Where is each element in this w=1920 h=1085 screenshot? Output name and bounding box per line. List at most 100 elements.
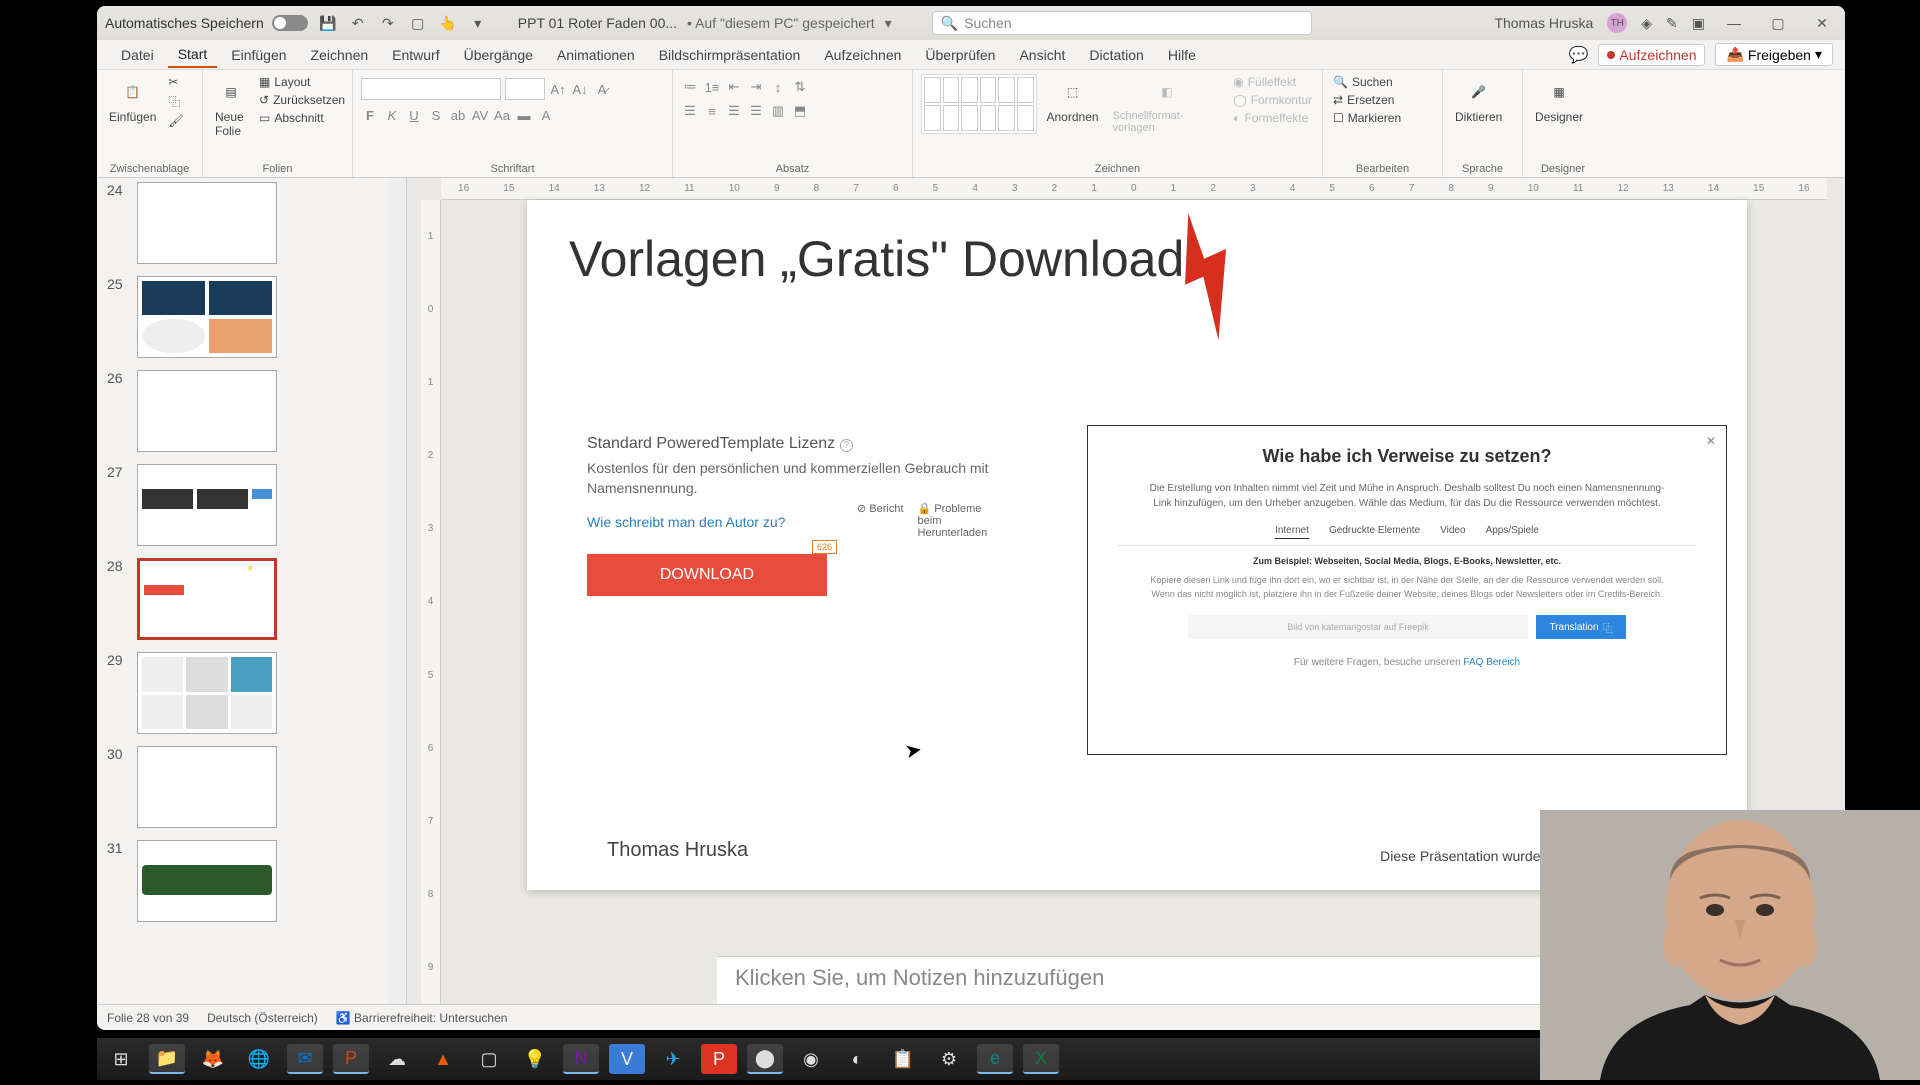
reset-button[interactable]: ↺Zurücksetzen xyxy=(257,92,347,108)
app-icon[interactable]: 💡 xyxy=(517,1044,553,1074)
tab-entwurf[interactable]: Entwurf xyxy=(382,43,449,67)
explorer-icon[interactable]: 📁 xyxy=(149,1044,185,1074)
tab-apps[interactable]: Apps/Spiele xyxy=(1486,525,1539,539)
underline-button[interactable]: U xyxy=(405,106,423,124)
slide-canvas[interactable]: Vorlagen „Gratis" Download Standard Powe… xyxy=(527,200,1747,890)
format-painter-button[interactable]: 🖌 xyxy=(166,113,185,129)
close-icon[interactable]: ✕ xyxy=(1706,434,1716,448)
designer-button[interactable]: ▦ Designer xyxy=(1531,74,1587,126)
slide-title[interactable]: Vorlagen „Gratis" Download xyxy=(569,230,1184,288)
align-right-button[interactable]: ☰ xyxy=(725,102,743,120)
report-link[interactable]: ⊘ Bericht xyxy=(857,502,904,539)
new-slide-button[interactable]: ▤ Neue Folie xyxy=(211,74,251,140)
font-family-select[interactable] xyxy=(361,78,501,100)
telegram-icon[interactable]: ✈ xyxy=(655,1044,691,1074)
shape-outline-button[interactable]: ◯Formkontur xyxy=(1231,92,1314,108)
shapes-gallery[interactable] xyxy=(921,74,1037,134)
line-spacing-button[interactable]: ↕ xyxy=(769,78,787,96)
align-center-button[interactable]: ≡ xyxy=(703,102,721,120)
tab-datei[interactable]: Datei xyxy=(111,43,164,67)
select-button[interactable]: ☐Markieren xyxy=(1331,110,1403,126)
search-input[interactable]: 🔍 Suchen xyxy=(932,11,1312,35)
indent-left-button[interactable]: ⇤ xyxy=(725,78,743,96)
outlook-icon[interactable]: ✉ xyxy=(287,1044,323,1074)
minimize-button[interactable]: — xyxy=(1719,11,1749,35)
justify-button[interactable]: ☰ xyxy=(747,102,765,120)
tab-animationen[interactable]: Animationen xyxy=(547,43,645,67)
bold-button[interactable]: F xyxy=(361,106,379,124)
slide-thumb-27[interactable]: 27 xyxy=(107,464,388,546)
copy-button[interactable]: ⿻ xyxy=(166,92,185,111)
toggle-icon[interactable] xyxy=(272,15,308,31)
font-size-select[interactable] xyxy=(505,78,545,100)
record-button[interactable]: Aufzeichnen xyxy=(1598,44,1705,66)
excel-icon[interactable]: X xyxy=(1023,1044,1059,1074)
slide-thumb-31[interactable]: 31 xyxy=(107,840,388,922)
clear-format-icon[interactable]: A̷ xyxy=(593,80,611,98)
app-icon[interactable]: 📋 xyxy=(885,1044,921,1074)
accessibility-check[interactable]: ♿ Barrierefreiheit: Untersuchen xyxy=(336,1011,508,1025)
lightning-bolt-icon[interactable] xyxy=(1144,199,1270,350)
comments-icon[interactable]: 💬 xyxy=(1569,45,1589,65)
pen-icon[interactable]: ✎ xyxy=(1666,15,1678,32)
paste-button[interactable]: 📋 Einfügen xyxy=(105,74,160,126)
smartart-button[interactable]: ⬒ xyxy=(791,102,809,120)
cut-button[interactable]: ✂ xyxy=(166,74,185,90)
section-button[interactable]: ▭Abschnitt xyxy=(257,110,347,126)
firefox-icon[interactable]: 🦊 xyxy=(195,1044,231,1074)
shadow-button[interactable]: ab xyxy=(449,106,467,124)
tab-internet[interactable]: Internet xyxy=(1275,525,1309,539)
quick-styles-button[interactable]: ◧ Schnellformat-vorlagen xyxy=(1109,74,1226,136)
language-indicator[interactable]: Deutsch (Österreich) xyxy=(207,1011,318,1025)
tab-hilfe[interactable]: Hilfe xyxy=(1158,43,1206,67)
slide-counter[interactable]: Folie 28 von 39 xyxy=(107,1011,189,1025)
increase-font-icon[interactable]: A↑ xyxy=(549,80,567,98)
attribution-input[interactable]: Bild von katemangostar auf Freepik xyxy=(1188,615,1528,639)
layout-button[interactable]: ▦Layout xyxy=(257,74,347,90)
tab-video[interactable]: Video xyxy=(1440,525,1465,539)
font-color-button[interactable]: A xyxy=(537,106,555,124)
case-button[interactable]: Aa xyxy=(493,106,511,124)
chevron-down-icon[interactable]: ▾ xyxy=(885,15,892,32)
obs-icon[interactable]: ⬤ xyxy=(747,1044,783,1074)
save-location[interactable]: • Auf "diesem PC" gespeichert xyxy=(687,15,875,31)
find-button[interactable]: 🔍Suchen xyxy=(1331,74,1403,90)
app-icon[interactable]: ▢ xyxy=(471,1044,507,1074)
chrome-icon[interactable]: 🌐 xyxy=(241,1044,277,1074)
app-icon[interactable]: ◐ xyxy=(839,1044,875,1074)
dictate-button[interactable]: 🎤 Diktieren xyxy=(1451,74,1506,126)
tab-aufzeichnen[interactable]: Aufzeichnen xyxy=(814,43,911,67)
app-icon[interactable]: ☁ xyxy=(379,1044,415,1074)
text-direction-button[interactable]: ⇅ xyxy=(791,78,809,96)
window-icon[interactable]: ▣ xyxy=(1692,15,1705,32)
more-qat-icon[interactable]: ▾ xyxy=(468,13,488,33)
download-button[interactable]: DOWNLOAD 626 xyxy=(587,554,827,596)
thumb-scrollbar[interactable] xyxy=(388,178,406,1004)
copy-button[interactable]: Translation ⿻ xyxy=(1536,615,1626,639)
tab-ueberpruefen[interactable]: Überprüfen xyxy=(915,43,1005,67)
slide-thumb-25[interactable]: 25 xyxy=(107,276,388,358)
bullets-button[interactable]: ≔ xyxy=(681,78,699,96)
tab-uebergaenge[interactable]: Übergänge xyxy=(454,43,543,67)
diamond-icon[interactable]: ◈ xyxy=(1641,15,1652,32)
spacing-button[interactable]: AV xyxy=(471,106,489,124)
faq-link[interactable]: FAQ Bereich xyxy=(1463,657,1520,668)
redo-icon[interactable]: ↷ xyxy=(378,13,398,33)
columns-button[interactable]: ▥ xyxy=(769,102,787,120)
user-avatar[interactable]: TH xyxy=(1607,13,1627,33)
tab-start[interactable]: Start xyxy=(168,42,218,68)
slide-thumb-26[interactable]: 26 xyxy=(107,370,388,452)
strike-button[interactable]: S xyxy=(427,106,445,124)
settings-icon[interactable]: ⚙ xyxy=(931,1044,967,1074)
indent-right-button[interactable]: ⇥ xyxy=(747,78,765,96)
user-name[interactable]: Thomas Hruska xyxy=(1494,15,1593,31)
maximize-button[interactable]: ▢ xyxy=(1763,11,1793,35)
slide-thumb-28[interactable]: 28⚡ xyxy=(107,558,388,640)
arrange-button[interactable]: ⬚ Anordnen xyxy=(1043,74,1103,126)
tab-ansicht[interactable]: Ansicht xyxy=(1009,43,1075,67)
app-icon[interactable]: ◉ xyxy=(793,1044,829,1074)
share-button[interactable]: 📤Freigeben▾ xyxy=(1715,43,1833,66)
edge-icon[interactable]: e xyxy=(977,1044,1013,1074)
problems-link[interactable]: 🔒 Probleme beim Herunterladen xyxy=(918,502,1008,539)
vlc-icon[interactable]: ▲ xyxy=(425,1044,461,1074)
